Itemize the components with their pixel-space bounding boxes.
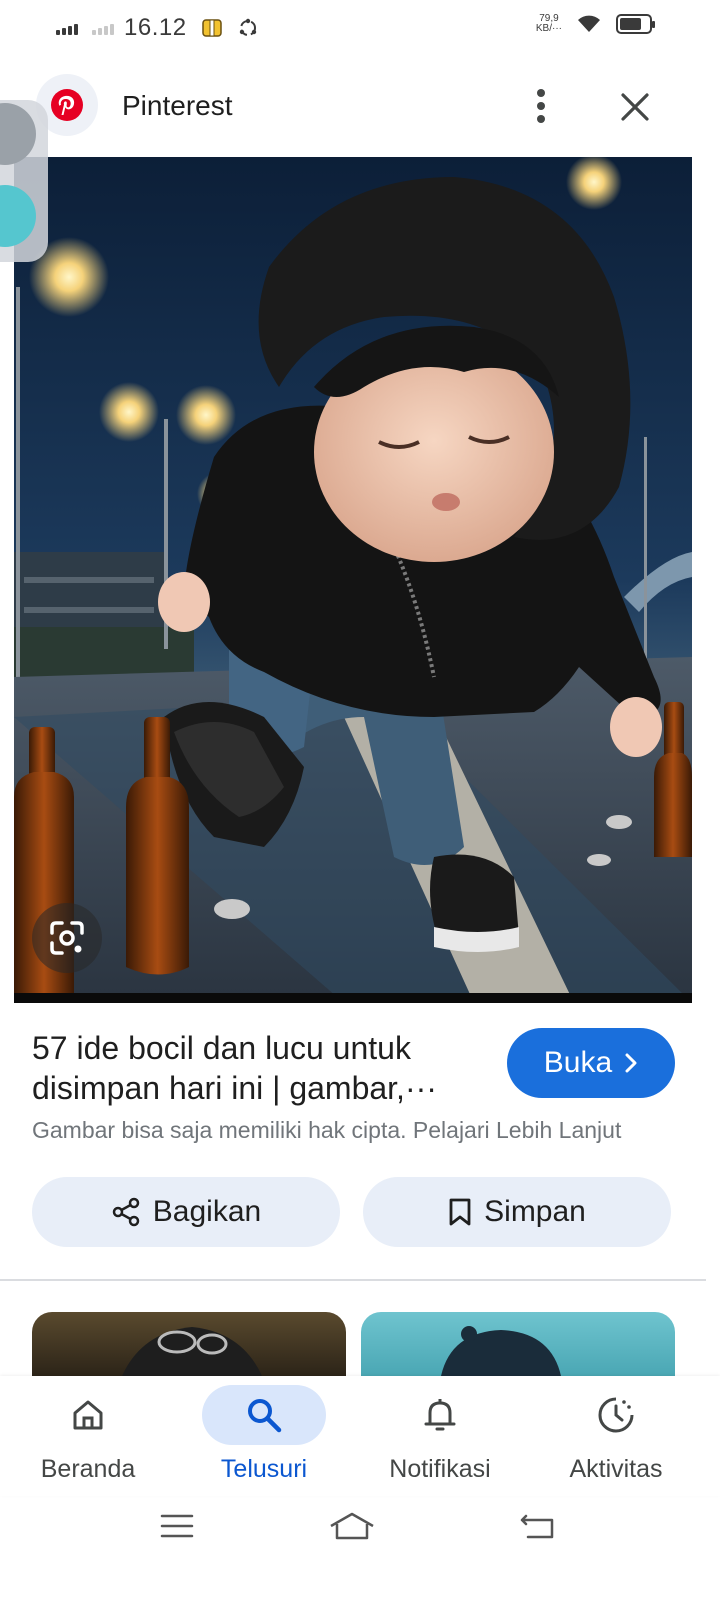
- share-label: Bagikan: [152, 1195, 262, 1228]
- floating-side-widget[interactable]: [0, 100, 48, 262]
- bottom-navigation: Beranda Telusuri Notifikasi Aktivitas: [0, 1376, 720, 1496]
- result-image-artwork: [14, 157, 692, 1003]
- nav-label: Telusuri: [220, 1455, 308, 1483]
- more-options-button[interactable]: [516, 80, 566, 132]
- share-button[interactable]: Bagikan: [32, 1177, 340, 1247]
- system-home-button[interactable]: [322, 1506, 382, 1546]
- nav-item-beranda[interactable]: Beranda: [0, 1376, 176, 1496]
- network-speed: 79,9 KB/···: [536, 14, 562, 34]
- bookmark-icon: [449, 1198, 471, 1226]
- more-vert-icon: [537, 89, 545, 123]
- bell-icon: [424, 1399, 456, 1431]
- battery-icon: [616, 14, 655, 34]
- nav-label: Beranda: [40, 1455, 136, 1483]
- nav-icon-container: [554, 1385, 678, 1445]
- share-icon: [112, 1197, 140, 1227]
- system-menu-button[interactable]: [147, 1506, 207, 1546]
- related-image-thumbnail: [441, 1326, 561, 1376]
- close-button[interactable]: [608, 80, 662, 134]
- system-navigation-bar: [0, 1496, 720, 1600]
- open-button-label: Buka: [543, 1046, 613, 1079]
- close-icon: [621, 93, 649, 121]
- nav-item-aktivitas[interactable]: Aktivitas: [528, 1376, 704, 1496]
- status-time: 16.12: [124, 14, 187, 41]
- nav-item-telusuri[interactable]: Telusuri: [176, 1376, 352, 1496]
- section-divider: [0, 1279, 706, 1281]
- nav-icon-container: [26, 1385, 150, 1445]
- status-bar: 16.12 79,9 KB/···: [0, 0, 720, 58]
- floating-bubble-teal-icon[interactable]: [0, 185, 36, 247]
- search-icon: [248, 1399, 282, 1433]
- save-label: Simpan: [484, 1195, 586, 1228]
- nav-icon-container: [202, 1385, 326, 1445]
- open-button[interactable]: Buka: [507, 1028, 675, 1098]
- sync-notification-icon: [239, 18, 256, 36]
- result-image[interactable]: [14, 157, 692, 1003]
- site-name: Pinterest: [122, 90, 233, 121]
- nav-label: Aktivitas: [569, 1455, 663, 1483]
- activity-icon: [598, 1397, 634, 1433]
- related-image-thumbnail: [122, 1327, 262, 1376]
- signal-strength-icon: [56, 21, 78, 35]
- related-image-card[interactable]: [361, 1312, 675, 1376]
- menu-icon: [160, 1514, 194, 1538]
- battery-level: [620, 18, 641, 30]
- related-image-card[interactable]: [32, 1312, 346, 1376]
- floating-bubble-gray-icon[interactable]: [0, 103, 36, 165]
- wifi-icon: [578, 15, 600, 32]
- sheet-header: Pinterest: [0, 70, 720, 142]
- chevron-right-icon: [625, 1053, 637, 1073]
- lens-icon: [50, 921, 84, 955]
- nav-icon-container: [378, 1385, 502, 1445]
- system-back-button[interactable]: [508, 1506, 568, 1546]
- copyright-notice[interactable]: Gambar bisa saja memiliki hak cipta. Pel…: [32, 1117, 621, 1144]
- nav-label: Notifikasi: [389, 1455, 491, 1483]
- back-icon: [520, 1514, 554, 1539]
- save-button[interactable]: Simpan: [363, 1177, 671, 1247]
- nav-item-notifikasi[interactable]: Notifikasi: [352, 1376, 528, 1496]
- notification-app-icon: [201, 19, 222, 37]
- signal-strength-secondary-icon: [92, 21, 114, 35]
- network-speed-unit: KB/···: [535, 23, 562, 34]
- system-home-icon: [330, 1512, 374, 1540]
- result-title[interactable]: 57 ide bocil dan lucu untuk disimpan har…: [32, 1028, 482, 1108]
- google-lens-button[interactable]: [32, 903, 102, 973]
- home-icon: [73, 1400, 103, 1430]
